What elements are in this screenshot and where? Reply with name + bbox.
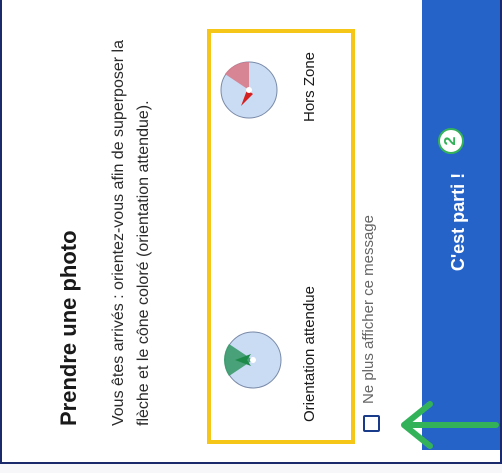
instruction-dialog: Prendre une photo Vous êtes arrivés : or… bbox=[0, 0, 502, 464]
rotated-content: Prendre une photo Vous êtes arrivés : or… bbox=[2, 0, 502, 456]
example-label-out-of-zone: Hors Zone bbox=[301, 51, 318, 122]
start-button-label: C'est parti ! bbox=[448, 172, 468, 272]
dialog-description: Vous êtes arrivés : orientez-vous afin d… bbox=[110, 40, 152, 426]
compass-out-of-zone-icon bbox=[219, 60, 279, 120]
start-button[interactable]: C'est parti ! 2 bbox=[422, 0, 500, 450]
example-label-aligned: Orientation attendue bbox=[301, 286, 318, 422]
annotation-arrow-icon bbox=[401, 401, 499, 449]
screenshot-frame: Prendre une photo Vous êtes arrivés : or… bbox=[0, 0, 502, 473]
compass-aligned-icon bbox=[223, 330, 283, 390]
step-badge: 2 bbox=[438, 128, 464, 154]
dialog-title: Prendre une photo bbox=[56, 230, 81, 426]
dont-show-again-label[interactable]: Ne plus afficher ce message bbox=[360, 215, 377, 404]
dont-show-again-checkbox[interactable] bbox=[363, 415, 380, 432]
orientation-examples-highlight: Orientation attendue Hors Zone bbox=[207, 29, 355, 444]
